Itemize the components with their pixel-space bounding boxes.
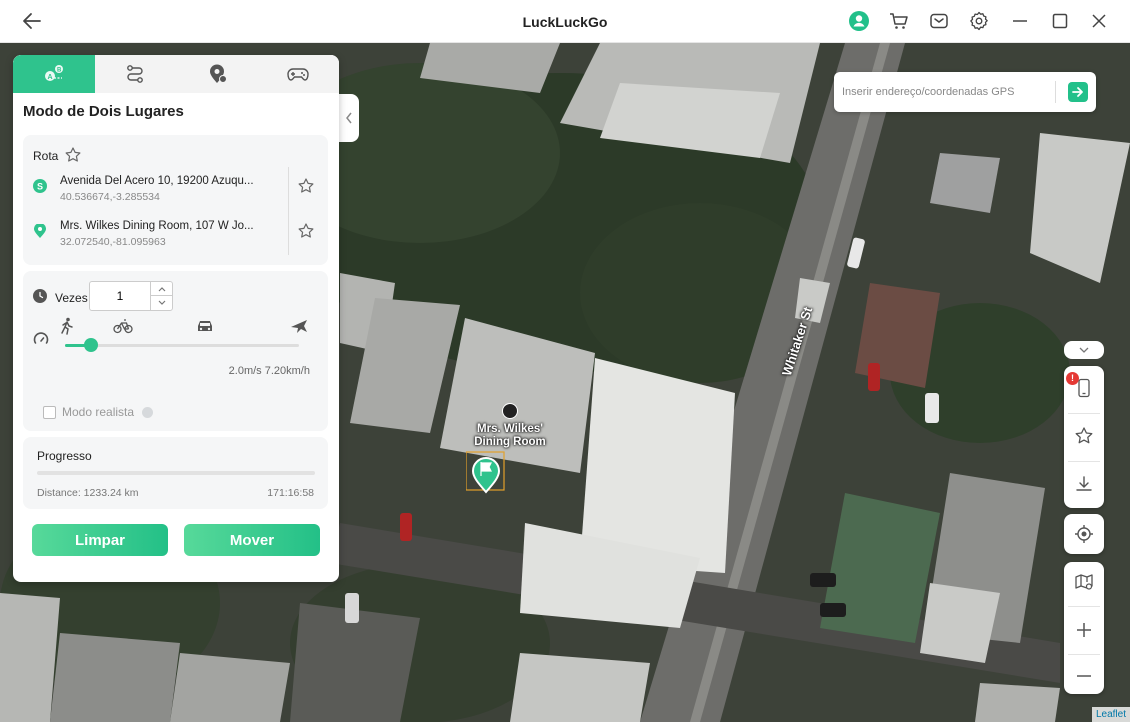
search-go-button[interactable] xyxy=(1068,82,1088,102)
minimize-icon[interactable] xyxy=(1009,10,1031,32)
progress-bar xyxy=(37,471,315,475)
notification-badge: ! xyxy=(1066,372,1079,385)
clock-icon xyxy=(33,289,47,303)
map-layers-button[interactable] xyxy=(1064,562,1104,602)
locate-group xyxy=(1064,514,1104,554)
repeat-label: Vezes xyxy=(55,291,88,305)
download-icon xyxy=(1076,476,1092,491)
location-settings-icon xyxy=(209,64,227,83)
route-divider xyxy=(288,167,289,255)
locate-me-button[interactable] xyxy=(1064,514,1104,554)
zoom-group xyxy=(1064,562,1104,694)
speed-slider-handle[interactable] xyxy=(83,338,98,352)
close-icon[interactable] xyxy=(1088,10,1110,32)
clear-button[interactable]: Limpar xyxy=(32,524,168,556)
speed-slider-track[interactable] xyxy=(65,344,299,347)
repeat-increment-button[interactable] xyxy=(150,282,172,296)
restaurant-icon[interactable] xyxy=(502,403,518,419)
app-title: LuckLuckGo xyxy=(522,14,608,30)
user-avatar-icon[interactable] xyxy=(848,10,870,32)
gamepad-icon xyxy=(287,68,309,81)
chevron-down-icon xyxy=(1079,347,1089,353)
control-panel: AB Modo de Dois Lugares Rota S Avenida D… xyxy=(13,55,339,582)
route-card: Rota S Avenida Del Acero 10, 19200 Azuqu… xyxy=(23,135,328,265)
route-favorite-star-icon[interactable] xyxy=(64,146,82,164)
mode-title: Modo de Dois Lugares xyxy=(23,103,184,120)
end-marker-icon xyxy=(33,223,47,238)
search-input[interactable] xyxy=(842,80,1052,104)
favorites-button[interactable] xyxy=(1064,416,1104,456)
repeat-decrement-button[interactable] xyxy=(150,296,172,310)
info-icon[interactable] xyxy=(142,406,154,418)
progress-label: Progresso xyxy=(37,449,92,463)
search-divider xyxy=(1055,81,1056,103)
svg-text:S: S xyxy=(37,182,43,192)
route-label: Rota xyxy=(33,149,59,163)
speed-card: Vezes 2.0m/s 7.20km/h xyxy=(23,271,328,431)
realistic-mode-label: Modo realista xyxy=(62,405,135,419)
map-attribution[interactable]: Leaflet xyxy=(1091,707,1130,722)
import-button[interactable] xyxy=(1064,464,1104,504)
mail-icon[interactable] xyxy=(928,10,950,32)
move-button[interactable]: Mover xyxy=(184,524,320,556)
walking-icon[interactable] xyxy=(57,317,77,335)
zoom-in-button[interactable] xyxy=(1064,610,1104,650)
speed-readout: 2.0m/s 7.20km/h xyxy=(228,365,310,377)
minus-icon xyxy=(1077,675,1091,677)
repeat-stepper xyxy=(89,281,173,311)
repeat-count-input[interactable] xyxy=(90,282,150,310)
progress-time: 171:16:58 xyxy=(267,487,314,499)
speedometer-icon xyxy=(33,331,49,347)
map-tools-group: ! xyxy=(1064,366,1104,508)
maximize-icon[interactable] xyxy=(1049,10,1071,32)
search-bar xyxy=(834,72,1096,112)
car-icon[interactable] xyxy=(195,317,215,335)
svg-text:B: B xyxy=(57,68,62,74)
bicycle-icon[interactable] xyxy=(113,317,133,335)
title-bar: LuckLuckGo xyxy=(0,0,1130,43)
panel-collapse-button[interactable] xyxy=(339,94,359,142)
tab-multi-spot-mode[interactable] xyxy=(95,55,177,93)
cart-icon[interactable] xyxy=(888,10,910,32)
tab-joystick[interactable] xyxy=(258,55,340,93)
zoom-out-button[interactable] xyxy=(1064,656,1104,696)
toolbar-toggle-button[interactable] xyxy=(1064,341,1104,359)
progress-distance: Distance: 1233.24 km xyxy=(37,487,139,499)
two-spot-icon: AB xyxy=(44,65,63,81)
tab-two-spot-mode[interactable]: AB xyxy=(13,55,95,93)
tab-jump-teleport[interactable] xyxy=(176,55,258,93)
plus-icon xyxy=(1077,623,1091,637)
back-arrow-icon[interactable] xyxy=(20,9,44,33)
end-address: Mrs. Wilkes Dining Room, 107 W Jo... xyxy=(60,220,254,232)
end-favorite-star-icon[interactable] xyxy=(297,222,315,240)
start-coordinates: 40.536674,-3.285534 xyxy=(60,191,160,203)
route-icon xyxy=(127,65,144,83)
svg-text:A: A xyxy=(47,74,52,81)
start-address: Avenida Del Acero 10, 19200 Azuqu... xyxy=(60,175,254,187)
gear-icon[interactable] xyxy=(968,10,990,32)
star-icon xyxy=(1075,427,1093,444)
route-start[interactable]: S Avenida Del Acero 10, 19200 Azuqu... 4… xyxy=(33,175,283,207)
chevron-down-icon xyxy=(158,300,166,305)
start-favorite-star-icon[interactable] xyxy=(297,177,315,195)
arrow-right-icon xyxy=(1072,87,1083,97)
device-button[interactable]: ! xyxy=(1064,368,1104,408)
progress-card: Progresso Distance: 1233.24 km 171:16:58 xyxy=(23,437,328,509)
realistic-mode-row: Modo realista xyxy=(43,405,154,419)
airplane-icon[interactable] xyxy=(289,317,309,335)
chevron-up-icon xyxy=(158,287,166,292)
start-marker-icon: S xyxy=(33,179,47,193)
mode-tabs: AB xyxy=(13,55,339,93)
route-end[interactable]: Mrs. Wilkes Dining Room, 107 W Jo... 32.… xyxy=(33,220,283,252)
chevron-left-icon xyxy=(346,112,352,124)
end-coordinates: 32.072540,-81.095963 xyxy=(60,236,166,248)
crosshair-icon xyxy=(1075,525,1093,543)
poi-label: Mrs. Wilkes' Dining Room xyxy=(474,423,546,448)
realistic-mode-checkbox[interactable] xyxy=(43,405,56,419)
location-pin-icon[interactable] xyxy=(465,448,506,494)
map-settings-icon xyxy=(1075,574,1093,590)
